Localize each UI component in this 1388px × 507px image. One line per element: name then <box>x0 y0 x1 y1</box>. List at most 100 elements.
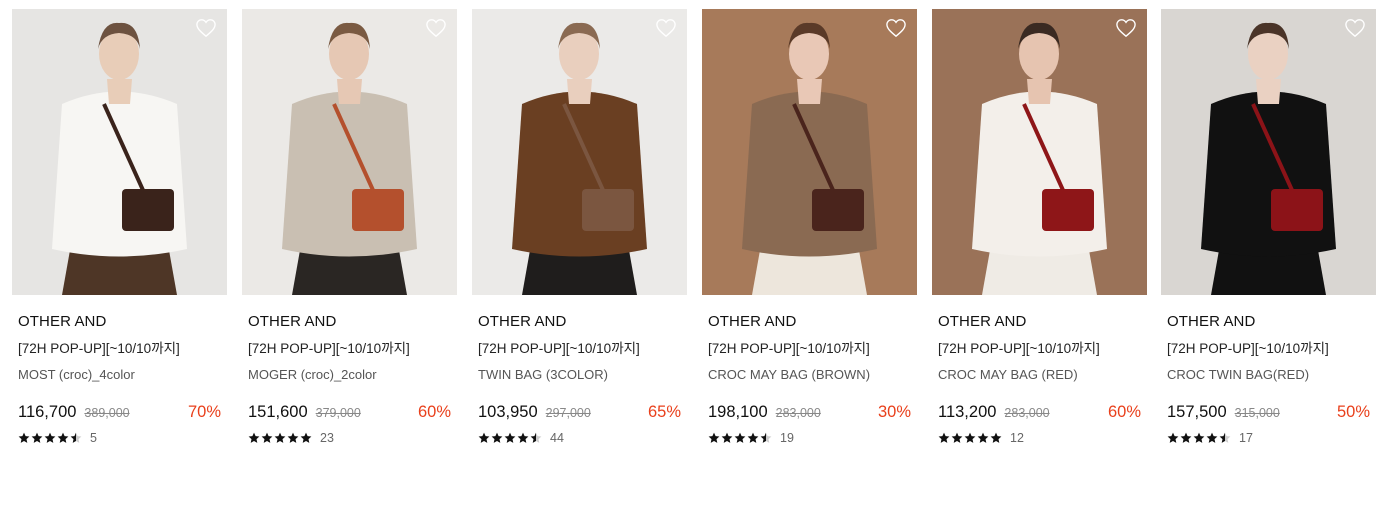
product-photo <box>472 9 687 295</box>
product-photo <box>242 9 457 295</box>
sale-price: 103,950 <box>478 403 538 421</box>
product-photo <box>932 9 1147 295</box>
star-icon <box>31 432 43 443</box>
promo-label[interactable]: [72H POP-UP][~10/10까지] <box>708 341 911 357</box>
rating-row: 5 <box>18 430 221 446</box>
star-icon <box>977 432 989 443</box>
star-rating <box>708 432 772 444</box>
review-count: 23 <box>320 431 334 445</box>
product-grid: OTHER AND [72H POP-UP][~10/10까지] MOST (c… <box>0 0 1388 507</box>
promo-label[interactable]: [72H POP-UP][~10/10까지] <box>248 341 451 357</box>
price-row: 198,100 283,000 30% <box>708 402 911 422</box>
product-card-1[interactable]: OTHER AND [72H POP-UP][~10/10까지] MOST (c… <box>12 9 227 469</box>
product-name[interactable]: CROC MAY BAG (BROWN) <box>708 367 911 383</box>
price-row: 116,700 389,000 70% <box>18 402 221 422</box>
product-name[interactable]: TWIN BAG (3COLOR) <box>478 367 681 383</box>
star-icon <box>760 432 772 443</box>
product-image[interactable] <box>12 9 227 295</box>
product-image[interactable] <box>472 9 687 295</box>
product-image[interactable] <box>1161 9 1376 295</box>
product-name[interactable]: CROC MAY BAG (RED) <box>938 367 1141 383</box>
star-icon <box>990 432 1002 443</box>
star-icon <box>287 432 299 443</box>
rating-row: 17 <box>1167 430 1370 446</box>
review-count: 12 <box>1010 431 1024 445</box>
promo-label[interactable]: [72H POP-UP][~10/10까지] <box>18 341 221 357</box>
heart-icon[interactable] <box>655 18 677 38</box>
original-price: 297,000 <box>545 406 591 420</box>
review-count: 19 <box>780 431 794 445</box>
sale-price: 157,500 <box>1167 403 1227 421</box>
star-icon <box>708 432 720 443</box>
heart-icon[interactable] <box>885 18 907 38</box>
price-row: 157,500 315,000 50% <box>1167 402 1370 422</box>
product-photo <box>1161 9 1376 295</box>
original-price: 389,000 <box>84 406 130 420</box>
star-icon <box>70 432 82 443</box>
price-row: 151,600 379,000 60% <box>248 402 451 422</box>
star-icon <box>951 432 963 443</box>
brand-name[interactable]: OTHER AND <box>938 313 1141 331</box>
heart-icon[interactable] <box>1115 18 1137 38</box>
star-icon <box>44 432 56 443</box>
star-icon <box>517 432 529 443</box>
star-icon <box>248 432 260 443</box>
promo-label[interactable]: [72H POP-UP][~10/10까지] <box>478 341 681 357</box>
star-icon <box>1219 432 1231 443</box>
product-photo <box>12 9 227 295</box>
heart-icon[interactable] <box>195 18 217 38</box>
original-price: 315,000 <box>1234 406 1280 420</box>
original-price: 283,000 <box>775 406 821 420</box>
product-card-6[interactable]: OTHER AND [72H POP-UP][~10/10까지] CROC TW… <box>1161 9 1376 469</box>
star-icon <box>1167 432 1179 443</box>
product-card-2[interactable]: OTHER AND [72H POP-UP][~10/10까지] MOGER (… <box>242 9 457 469</box>
price-row: 103,950 297,000 65% <box>478 402 681 422</box>
promo-label[interactable]: [72H POP-UP][~10/10까지] <box>1167 341 1370 357</box>
discount-rate: 50% <box>1336 403 1370 421</box>
discount-rate: 60% <box>417 403 451 421</box>
star-icon <box>1180 432 1192 443</box>
product-name[interactable]: MOST (croc)_4color <box>18 367 221 383</box>
star-icon <box>478 432 490 443</box>
product-image[interactable] <box>702 9 917 295</box>
star-rating <box>18 432 82 444</box>
product-image[interactable] <box>932 9 1147 295</box>
product-name[interactable]: CROC TWIN BAG(RED) <box>1167 367 1370 383</box>
star-rating <box>478 432 542 444</box>
brand-name[interactable]: OTHER AND <box>478 313 681 331</box>
brand-name[interactable]: OTHER AND <box>248 313 451 331</box>
star-icon <box>734 432 746 443</box>
star-icon <box>1206 432 1218 443</box>
product-card-5[interactable]: OTHER AND [72H POP-UP][~10/10까지] CROC MA… <box>932 9 1147 469</box>
sale-price: 198,100 <box>708 403 768 421</box>
heart-icon[interactable] <box>1344 18 1366 38</box>
star-icon <box>530 432 542 443</box>
star-icon <box>964 432 976 443</box>
discount-rate: 65% <box>647 403 681 421</box>
price-row: 113,200 283,000 60% <box>938 402 1141 422</box>
discount-rate: 60% <box>1107 403 1141 421</box>
original-price: 379,000 <box>315 406 361 420</box>
rating-row: 44 <box>478 430 681 446</box>
brand-name[interactable]: OTHER AND <box>1167 313 1370 331</box>
brand-name[interactable]: OTHER AND <box>18 313 221 331</box>
star-rating <box>1167 432 1231 444</box>
product-name[interactable]: MOGER (croc)_2color <box>248 367 451 383</box>
product-card-4[interactable]: OTHER AND [72H POP-UP][~10/10까지] CROC MA… <box>702 9 917 469</box>
sale-price: 151,600 <box>248 403 308 421</box>
promo-label[interactable]: [72H POP-UP][~10/10까지] <box>938 341 1141 357</box>
sale-price: 113,200 <box>938 403 997 421</box>
heart-icon[interactable] <box>425 18 447 38</box>
star-icon <box>491 432 503 443</box>
product-card-3[interactable]: OTHER AND [72H POP-UP][~10/10까지] TWIN BA… <box>472 9 687 469</box>
discount-rate: 70% <box>187 403 221 421</box>
product-image[interactable] <box>242 9 457 295</box>
star-icon <box>261 432 273 443</box>
star-icon <box>18 432 30 443</box>
rating-row: 12 <box>938 430 1141 446</box>
brand-name[interactable]: OTHER AND <box>708 313 911 331</box>
rating-row: 23 <box>248 430 451 446</box>
review-count: 44 <box>550 431 564 445</box>
star-icon <box>300 432 312 443</box>
star-icon <box>504 432 516 443</box>
